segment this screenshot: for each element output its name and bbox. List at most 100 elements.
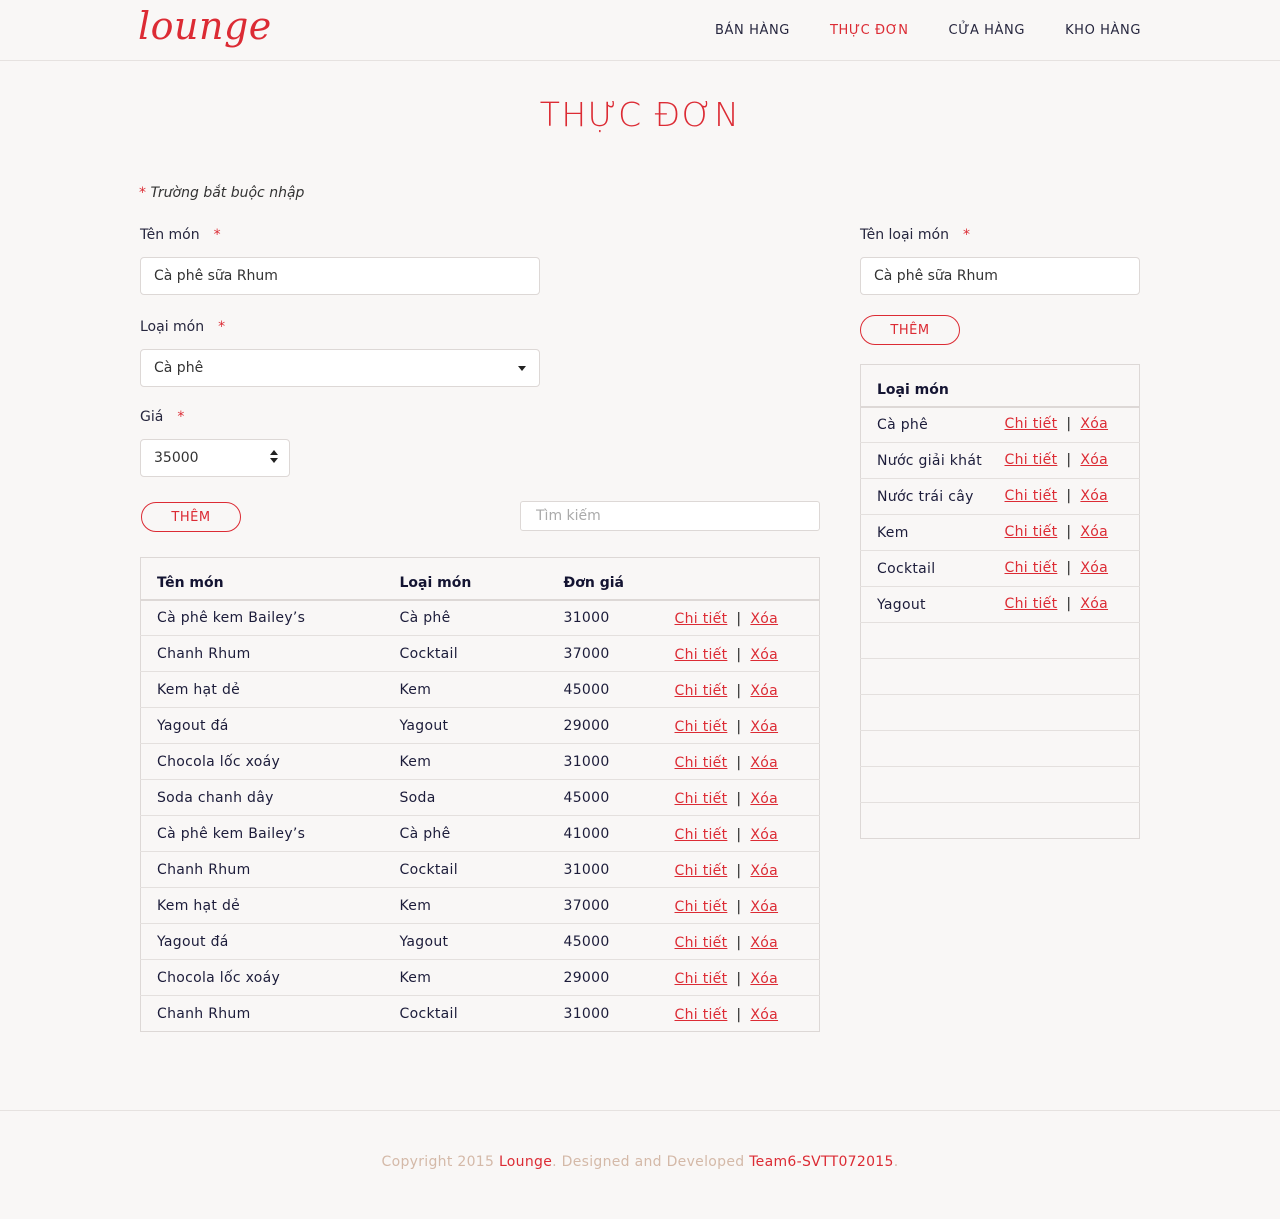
delete-link[interactable]: Xóa bbox=[1080, 488, 1108, 504]
actions-cell: Chi tiết | Xóa bbox=[674, 671, 820, 708]
separator: | bbox=[1066, 596, 1072, 612]
category-name-label-text: Tên loại món bbox=[860, 227, 949, 243]
detail-link[interactable]: Chi tiết bbox=[1005, 488, 1058, 504]
stepper-icon[interactable] bbox=[270, 450, 278, 463]
detail-link[interactable]: Chi tiết bbox=[1005, 596, 1058, 612]
delete-link[interactable]: Xóa bbox=[750, 719, 778, 735]
delete-link[interactable]: Xóa bbox=[750, 755, 778, 771]
dish-name-cell: Cà phê kem Bailey’s bbox=[140, 599, 400, 636]
list-item: Yagout Chi tiết | Xóa bbox=[860, 586, 1140, 623]
dish-name-cell: Kem hạt dẻ bbox=[140, 887, 400, 924]
actions-cell: Chi tiết | Xóa bbox=[1004, 514, 1140, 551]
detail-link[interactable]: Chi tiết bbox=[675, 791, 728, 807]
category-cell: Cocktail bbox=[399, 635, 564, 672]
nav-item-0[interactable]: BÁN HÀNG bbox=[715, 22, 790, 40]
empty-cell bbox=[860, 694, 1005, 731]
add-category-button[interactable]: THÊM bbox=[860, 315, 960, 345]
dish-name-input[interactable] bbox=[140, 257, 540, 295]
actions-cell: Chi tiết | Xóa bbox=[674, 959, 820, 996]
delete-link[interactable]: Xóa bbox=[750, 899, 778, 915]
category-cell: Kem bbox=[399, 671, 564, 708]
table-row: Yagout đá Yagout 29000 Chi tiết | Xóa bbox=[140, 707, 820, 744]
delete-link[interactable]: Xóa bbox=[1080, 596, 1108, 612]
category-name-cell: Cocktail bbox=[860, 550, 1005, 587]
detail-link[interactable]: Chi tiết bbox=[675, 899, 728, 915]
delete-link[interactable]: Xóa bbox=[1080, 452, 1108, 468]
category-cell: Kem bbox=[399, 743, 564, 780]
detail-link[interactable]: Chi tiết bbox=[1005, 416, 1058, 432]
nav-item-2[interactable]: CỬA HÀNG bbox=[949, 22, 1026, 40]
delete-link[interactable]: Xóa bbox=[750, 647, 778, 663]
actions-cell: Chi tiết | Xóa bbox=[675, 996, 820, 1032]
menu-table: Tên món Loại món Đơn giá Cà phê kem Bail… bbox=[140, 557, 820, 1032]
delete-link[interactable]: Xóa bbox=[750, 683, 778, 699]
detail-link[interactable]: Chi tiết bbox=[675, 719, 728, 735]
list-item: Nước giải khát Chi tiết | Xóa bbox=[860, 442, 1140, 479]
dish-category-select[interactable]: Cà phê bbox=[140, 349, 540, 387]
empty-row bbox=[860, 658, 1140, 695]
separator: | bbox=[736, 755, 742, 771]
empty-cell bbox=[1004, 766, 1140, 803]
delete-link[interactable]: Xóa bbox=[750, 827, 778, 843]
detail-link[interactable]: Chi tiết bbox=[675, 755, 728, 771]
delete-link[interactable]: Xóa bbox=[750, 935, 778, 951]
detail-link[interactable]: Chi tiết bbox=[675, 971, 728, 987]
category-cell: Cà phê bbox=[399, 599, 564, 636]
footer-team-link[interactable]: Team6-SVTT072015 bbox=[749, 1154, 894, 1170]
separator: | bbox=[736, 1007, 742, 1023]
separator: | bbox=[1066, 560, 1072, 576]
delete-link[interactable]: Xóa bbox=[750, 791, 778, 807]
detail-link[interactable]: Chi tiết bbox=[675, 683, 728, 699]
category-cell: Cocktail bbox=[399, 1005, 458, 1022]
col-header-category-name: Loại món bbox=[860, 364, 1140, 408]
empty-cell bbox=[860, 658, 1005, 695]
category-name-cell: Cà phê bbox=[860, 406, 1005, 443]
detail-link[interactable]: Chi tiết bbox=[1005, 452, 1058, 468]
table-row: Chanh Rhum Cocktail 31000 Chi tiết | Xóa bbox=[140, 851, 820, 888]
separator: | bbox=[1066, 524, 1072, 540]
detail-link[interactable]: Chi tiết bbox=[675, 647, 728, 663]
empty-row bbox=[861, 803, 1140, 839]
delete-link[interactable]: Xóa bbox=[750, 611, 778, 627]
category-cell: Cà phê bbox=[399, 815, 564, 852]
footer-brand-link[interactable]: Lounge bbox=[499, 1154, 552, 1170]
dish-name-cell: Yagout đá bbox=[140, 923, 400, 960]
delete-link[interactable]: Xóa bbox=[1080, 416, 1108, 432]
add-dish-button[interactable]: THÊM bbox=[141, 502, 241, 532]
delete-link[interactable]: Xóa bbox=[1080, 560, 1108, 576]
nav-item-3[interactable]: KHO HÀNG bbox=[1065, 22, 1141, 40]
price-cell: 31000 bbox=[563, 851, 675, 888]
detail-link[interactable]: Chi tiết bbox=[675, 935, 728, 951]
required-mark: * bbox=[962, 227, 970, 243]
separator: | bbox=[736, 863, 742, 879]
price-cell: 45000 bbox=[563, 671, 675, 708]
dish-category-value: Cà phê bbox=[154, 360, 204, 376]
search-input[interactable] bbox=[520, 501, 820, 531]
delete-link[interactable]: Xóa bbox=[750, 971, 778, 987]
list-item: Nước trái cây Chi tiết | Xóa bbox=[860, 478, 1140, 515]
nav-item-1[interactable]: THỰC ĐƠN bbox=[830, 22, 909, 40]
detail-link[interactable]: Chi tiết bbox=[1005, 524, 1058, 540]
detail-link[interactable]: Chi tiết bbox=[675, 863, 728, 879]
price-input[interactable]: 35000 bbox=[140, 439, 290, 477]
detail-link[interactable]: Chi tiết bbox=[1005, 560, 1058, 576]
category-cell: Yagout bbox=[399, 707, 564, 744]
detail-link[interactable]: Chi tiết bbox=[675, 611, 728, 627]
empty-cell bbox=[1004, 622, 1140, 659]
delete-link[interactable]: Xóa bbox=[750, 863, 778, 879]
col-header-price: Đơn giá bbox=[563, 557, 675, 601]
delete-link[interactable]: Xóa bbox=[1080, 524, 1108, 540]
detail-link[interactable]: Chi tiết bbox=[675, 827, 728, 843]
list-item: Cocktail Chi tiết | Xóa bbox=[860, 550, 1140, 587]
price-cell: 41000 bbox=[563, 815, 675, 852]
table-row: Cà phê kem Bailey’s Cà phê 41000 Chi tiết | X… bbox=[140, 815, 820, 852]
brand-logo[interactable]: lounge bbox=[138, 6, 272, 46]
detail-link[interactable]: Chi tiết bbox=[675, 1007, 728, 1023]
empty-cell bbox=[1004, 730, 1140, 767]
dish-name-cell: Chanh Rhum bbox=[140, 851, 400, 888]
delete-link[interactable]: Xóa bbox=[750, 1007, 778, 1023]
category-name-cell: Nước trái cây bbox=[860, 478, 1005, 515]
category-cell: Kem bbox=[399, 959, 564, 996]
category-name-input[interactable] bbox=[860, 257, 1140, 295]
list-item: Kem Chi tiết | Xóa bbox=[860, 514, 1140, 551]
